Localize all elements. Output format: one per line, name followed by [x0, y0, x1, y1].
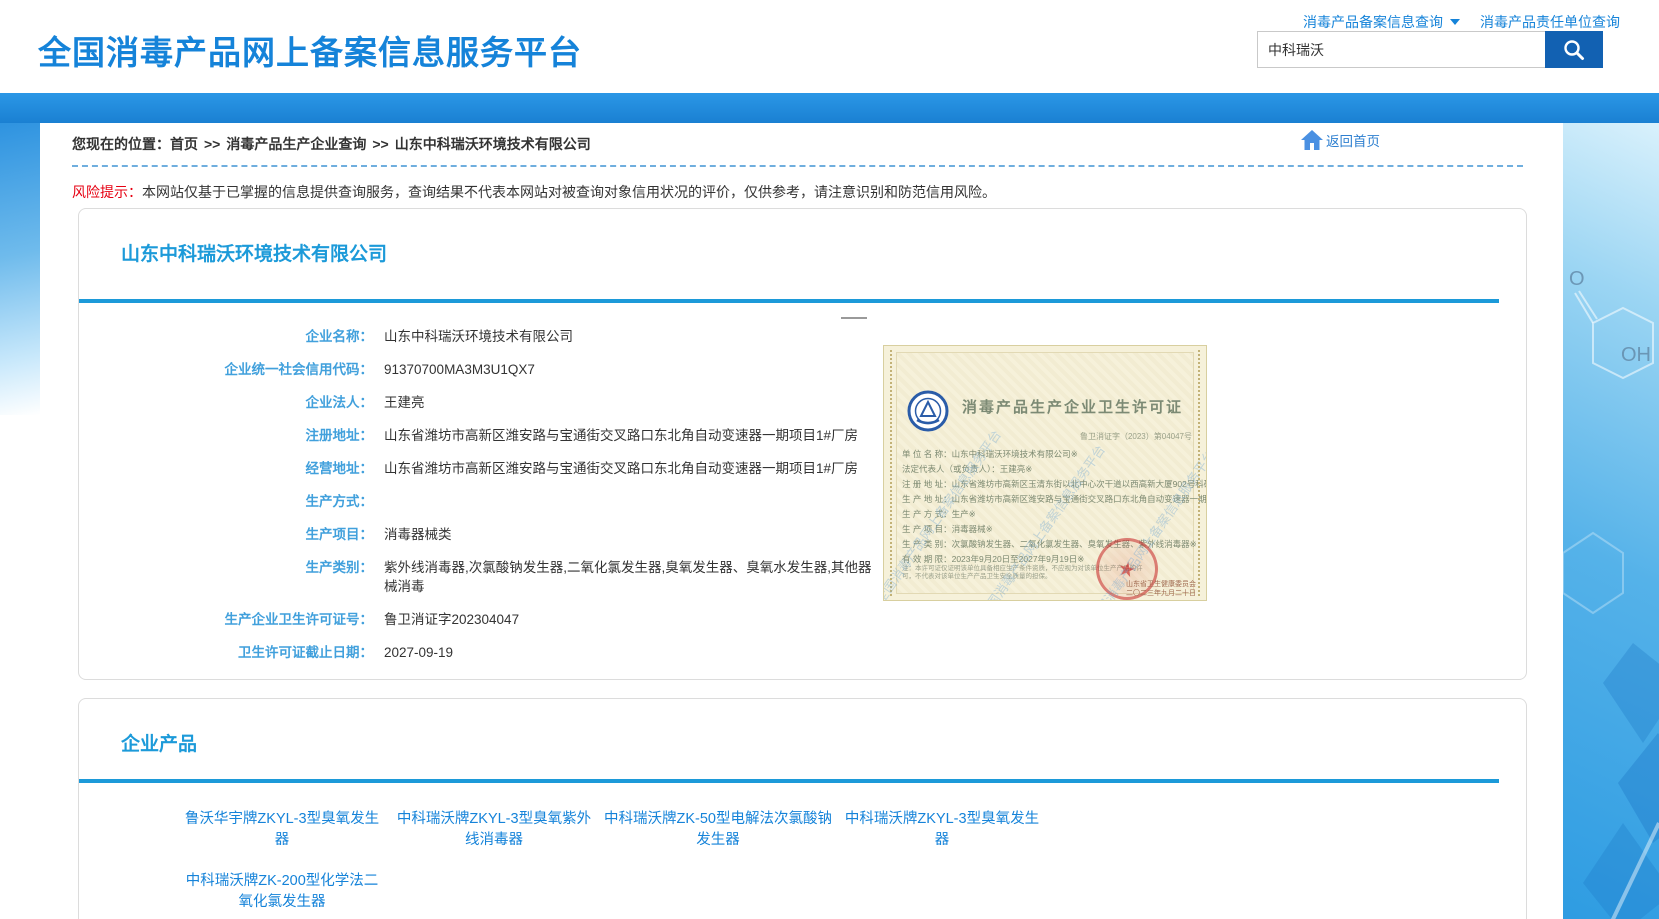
field-row: 注册地址： 山东省潍坊市高新区潍安路与宝通街交叉路口东北角自动变速器一期项目1#厂…	[79, 426, 889, 445]
company-name-heading: 山东中科瑞沃环境技术有限公司	[121, 239, 387, 266]
certificate-number: 鲁卫消证字（2023）第04047号	[1080, 431, 1192, 442]
home-icon	[1300, 129, 1324, 151]
field-value: 山东中科瑞沃环境技术有限公司	[384, 327, 573, 346]
nav-bar	[0, 93, 1659, 123]
certificate-line: 生 产 地 址：山东省潍坊市高新区潍安路与宝通街交叉路口东北角自动变速器一期项目…	[902, 492, 1202, 507]
field-value: 山东省潍坊市高新区潍安路与宝通街交叉路口东北角自动变速器一期项目1#厂房	[384, 426, 858, 445]
breadcrumb: 您现在的位置：首页>>消毒产品生产企业查询>>山东中科瑞沃环境技术有限公司	[72, 134, 591, 154]
certificate-line: 生 产 方 式：生产※	[902, 507, 1202, 522]
certificate-line: 单 位 名 称：山东中科瑞沃环境技术有限公司※	[902, 447, 1202, 462]
field-value: 山东省潍坊市高新区潍安路与宝通街交叉路口东北角自动变速器一期项目1#厂房	[384, 459, 858, 478]
field-row: 生产类别： 紫外线消毒器,次氯酸钠发生器,二氧化氯发生器,臭氧发生器、臭氧水发生器…	[79, 558, 889, 596]
field-label: 生产方式：	[79, 492, 373, 511]
hygiene-license-certificate-image: 消毒产品生产企业卫生许可证 鲁卫消证字（2023）第04047号 单 位 名 称…	[883, 345, 1207, 601]
field-value: 王建亮	[384, 393, 425, 412]
field-label: 企业统一社会信用代码：	[79, 360, 373, 379]
card-underline	[79, 299, 1499, 303]
product-link[interactable]: 中科瑞沃牌ZK-200型化学法二氧化氯发生器	[179, 871, 385, 913]
nav-link-responsible-unit-label: 消毒产品责任单位查询	[1480, 12, 1620, 32]
scan-artifact-dash	[841, 317, 867, 319]
search-input[interactable]	[1257, 31, 1545, 68]
search-button[interactable]	[1545, 31, 1603, 68]
back-home-link[interactable]: 返回首页	[1300, 129, 1380, 151]
certificate-line: 生 产 类 别：次氯酸钠发生器、二氧化氯发生器、臭氧发生器、紫外线消毒器※	[902, 537, 1202, 552]
molecule-label-oh: OH	[1621, 344, 1651, 366]
page: 全国消毒产品网上备案信息服务平台 消毒产品备案信息查询 消毒产品责任单位查询	[0, 0, 1659, 919]
field-label: 生产企业卫生许可证号：	[79, 610, 373, 629]
field-row: 卫生许可证截止日期： 2027-09-19	[79, 643, 889, 662]
breadcrumb-prefix: 您现在的位置：	[72, 136, 170, 152]
right-background-decoration: O OH	[1563, 123, 1659, 919]
field-label: 注册地址：	[79, 426, 373, 445]
breadcrumb-home-link[interactable]: 首页	[170, 136, 198, 152]
certificate-issuer-name: 山东省卫生健康委员会	[1126, 580, 1196, 589]
field-row: 企业法人： 王建亮	[79, 393, 889, 412]
molecule-label-o: O	[1569, 268, 1585, 290]
field-label: 生产类别：	[79, 558, 373, 596]
nav-link-record-info-query[interactable]: 消毒产品备案信息查询	[1303, 12, 1460, 32]
certificate-issue-date: 二〇二三年九月二十日	[1126, 589, 1196, 598]
certificate-line: 法定代表人（或负责人）：王建亮※	[902, 462, 1202, 477]
certificate-line: 注 册 地 址：山东省潍坊市高新区玉清东街以北中心次干道以西高新大厦902号科研	[902, 477, 1202, 492]
left-background-decoration	[0, 123, 40, 415]
field-row: 经营地址： 山东省潍坊市高新区潍安路与宝通街交叉路口东北角自动变速器一期项目1#厂…	[79, 459, 889, 478]
nav-link-record-info-label: 消毒产品备案信息查询	[1303, 12, 1443, 32]
back-home-label: 返回首页	[1326, 130, 1380, 150]
seal-star-icon: ★	[1116, 555, 1139, 583]
certificate-title: 消毒产品生产企业卫生许可证	[962, 396, 1183, 417]
search-icon	[1561, 37, 1587, 63]
field-value: 2027-09-19	[384, 643, 453, 662]
field-row: 企业统一社会信用代码： 91370700MA3M3U1QX7	[79, 360, 889, 379]
product-link[interactable]: 中科瑞沃牌ZK-50型电解法次氯酸钠发生器	[603, 809, 833, 851]
field-label: 企业法人：	[79, 393, 373, 412]
breadcrumb-separator: >>	[366, 136, 394, 152]
certificate-body: 单 位 名 称：山东中科瑞沃环境技术有限公司※ 法定代表人（或负责人）：王建亮※…	[902, 447, 1202, 567]
nav-link-responsible-unit-query[interactable]: 消毒产品责任单位查询	[1480, 12, 1620, 32]
certificate-emblem-icon	[907, 390, 949, 432]
dashed-divider	[72, 165, 1523, 167]
site-title: 全国消毒产品网上备案信息服务平台	[38, 26, 582, 74]
company-fields: 企业名称： 山东中科瑞沃环境技术有限公司 企业统一社会信用代码： 91370700M…	[79, 327, 889, 676]
risk-notice-text: 本网站仅基于已掌握的信息提供查询服务，查询结果不代表本网站对被查询对象信用状况的…	[142, 184, 996, 200]
company-products-card: 企业产品 鲁沃华宇牌ZKYL-3型臭氧发生器 中科瑞沃牌ZKYL-3型臭氧紫外线…	[78, 698, 1527, 919]
field-label: 卫生许可证截止日期：	[79, 643, 373, 662]
risk-notice: 风险提示：本网站仅基于已掌握的信息提供查询服务，查询结果不代表本网站对被查询对象…	[72, 182, 996, 202]
field-row: 生产企业卫生许可证号： 鲁卫消证字202304047	[79, 610, 889, 629]
field-value: 消毒器械类	[384, 525, 452, 544]
field-label: 经营地址：	[79, 459, 373, 478]
field-row: 生产项目： 消毒器械类	[79, 525, 889, 544]
company-info-card: 山东中科瑞沃环境技术有限公司 企业名称： 山东中科瑞沃环境技术有限公司 企业统一社…	[78, 208, 1527, 680]
field-row: 企业名称： 山东中科瑞沃环境技术有限公司	[79, 327, 889, 346]
field-label: 生产项目：	[79, 525, 373, 544]
molecule-decoration: O OH	[1563, 123, 1659, 919]
field-label: 企业名称：	[79, 327, 373, 346]
certificate-issuer: 山东省卫生健康委员会 二〇二三年九月二十日	[1126, 580, 1196, 598]
site-header: 全国消毒产品网上备案信息服务平台 消毒产品备案信息查询 消毒产品责任单位查询	[0, 0, 1659, 93]
products-row: 中科瑞沃牌ZK-200型化学法二氧化氯发生器	[179, 871, 385, 913]
breadcrumb-separator: >>	[198, 136, 226, 152]
risk-notice-label: 风险提示：	[72, 184, 142, 200]
field-row: 生产方式：	[79, 492, 889, 511]
products-heading: 企业产品	[121, 729, 197, 756]
chevron-down-icon	[1450, 19, 1460, 25]
product-link[interactable]: 中科瑞沃牌ZKYL-3型臭氧发生器	[839, 809, 1045, 851]
field-value: 91370700MA3M3U1QX7	[384, 360, 535, 379]
product-link[interactable]: 中科瑞沃牌ZKYL-3型臭氧紫外线消毒器	[391, 809, 597, 851]
product-link[interactable]: 鲁沃华宇牌ZKYL-3型臭氧发生器	[179, 809, 385, 851]
card-underline	[79, 779, 1499, 783]
breadcrumb-enterprise-query-link[interactable]: 消毒产品生产企业查询	[226, 136, 366, 152]
top-nav: 消毒产品备案信息查询 消毒产品责任单位查询	[1200, 12, 1620, 32]
field-value: 紫外线消毒器,次氯酸钠发生器,二氧化氯发生器,臭氧发生器、臭氧水发生器,其他器械…	[384, 558, 876, 596]
breadcrumb-current: 山东中科瑞沃环境技术有限公司	[395, 136, 591, 152]
field-value: 鲁卫消证字202304047	[384, 610, 519, 629]
certificate-line: 生 产 项 目：消毒器械※	[902, 522, 1202, 537]
search-bar	[1257, 31, 1603, 68]
products-row: 鲁沃华宇牌ZKYL-3型臭氧发生器 中科瑞沃牌ZKYL-3型臭氧紫外线消毒器 中…	[179, 809, 1045, 851]
